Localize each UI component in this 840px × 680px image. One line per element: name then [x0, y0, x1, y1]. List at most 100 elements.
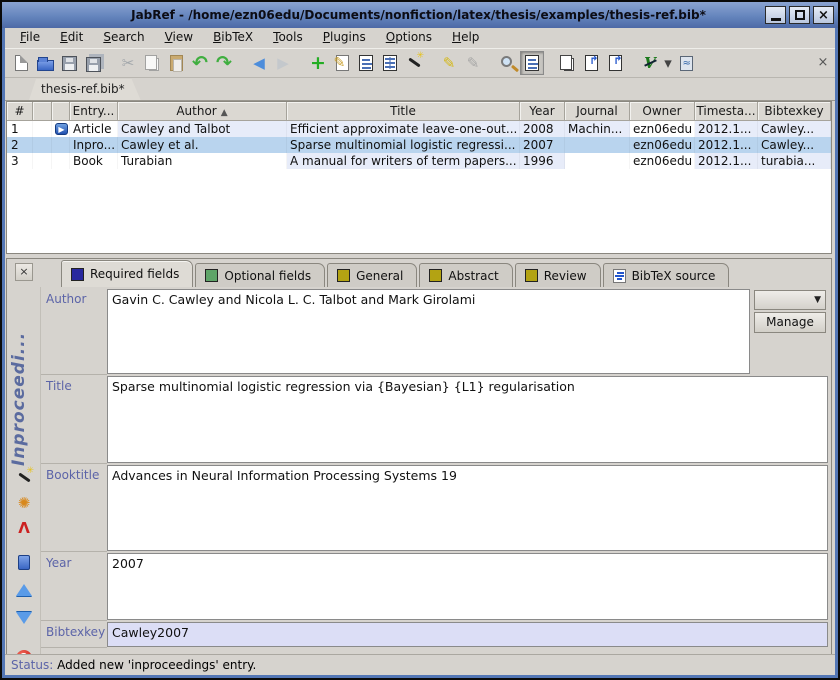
table-cell[interactable]	[52, 153, 70, 169]
column-header-author[interactable]: Author▲	[118, 102, 287, 121]
table-row[interactable]: 3 BookTurabianA manual for writers of ter…	[7, 153, 831, 169]
tab-optional-fields[interactable]: Optional fields	[195, 263, 325, 287]
menu-edit[interactable]: Edit	[51, 27, 92, 47]
column-header-timestamp[interactable]: Timesta...	[695, 102, 758, 121]
open-database-button[interactable]	[33, 51, 57, 75]
new-entry-button[interactable]: +	[306, 51, 330, 75]
previous-entry-button[interactable]	[13, 580, 35, 600]
edit-preamble-button[interactable]	[354, 51, 378, 75]
paste-button[interactable]	[164, 51, 188, 75]
push-to-lyx-button[interactable]: V	[638, 51, 662, 75]
save-database-button[interactable]	[57, 51, 81, 75]
table-cell[interactable]: 2012.1...	[695, 121, 758, 137]
table-cell[interactable]: Machin...	[565, 121, 630, 137]
new-database-button[interactable]	[9, 51, 33, 75]
tab-review[interactable]: Review	[515, 263, 601, 287]
menu-bibtex[interactable]: BibTeX	[204, 27, 262, 47]
table-cell[interactable]	[565, 137, 630, 153]
table-cell[interactable]: A manual for writers of term papers...	[287, 153, 520, 169]
back-button[interactable]: ◀	[247, 51, 271, 75]
save-all-databases-button[interactable]	[81, 51, 105, 75]
copy-button[interactable]	[140, 51, 164, 75]
table-cell[interactable]: Sparse multinomial logistic regressi...	[287, 137, 520, 153]
edit-strings-button[interactable]	[378, 51, 402, 75]
menu-view[interactable]: View	[156, 27, 202, 47]
table-cell[interactable]: Cawley...	[758, 137, 831, 153]
table-cell[interactable]: 2012.1...	[695, 137, 758, 153]
table-cell[interactable]: Turabian	[118, 153, 287, 169]
table-cell[interactable]	[52, 137, 70, 153]
table-cell[interactable]: ezn06edu	[630, 121, 695, 137]
table-row[interactable]: 1 ▶ArticleCawley and TalbotEfficient appr…	[7, 121, 831, 137]
menu-tools[interactable]: Tools	[264, 27, 312, 47]
field-input-title[interactable]: Sparse multinomial logistic regression v…	[107, 376, 828, 463]
search-button[interactable]	[496, 51, 520, 75]
wizard-wand-button[interactable]	[13, 468, 35, 488]
table-cell[interactable]: 2008	[520, 121, 565, 137]
name-format-dropdown[interactable]	[754, 290, 826, 310]
gear-button[interactable]: ✺	[13, 493, 35, 513]
table-cell[interactable]: Article	[70, 121, 118, 137]
toggle-preview-button[interactable]	[520, 51, 544, 75]
column-header-entrytype[interactable]: Entry...	[70, 102, 118, 121]
open-file-button[interactable]	[13, 552, 35, 572]
openoffice-button[interactable]	[674, 51, 698, 75]
table-cell[interactable]: 1996	[520, 153, 565, 169]
minimize-button[interactable]	[765, 6, 786, 24]
table-cell[interactable]	[33, 153, 52, 169]
entry-table[interactable]: # Entry... Author▲ Title Year Journal Ow…	[6, 101, 832, 254]
table-cell[interactable]: Book	[70, 153, 118, 169]
table-cell[interactable]: ezn06edu	[630, 137, 695, 153]
menu-options[interactable]: Options	[377, 27, 441, 47]
menu-help[interactable]: Help	[443, 27, 488, 47]
unmark-entries-button[interactable]: ✎	[461, 51, 485, 75]
table-cell[interactable]: Efficient approximate leave-one-out...	[287, 121, 520, 137]
tab-abstract[interactable]: Abstract	[419, 263, 512, 287]
column-header-bibtexkey[interactable]: Bibtexkey	[758, 102, 831, 121]
table-cell[interactable]: Inpro...	[70, 137, 118, 153]
table-cell[interactable]: 2007	[520, 137, 565, 153]
close-entry-editor-icon[interactable]: ×	[15, 263, 33, 281]
table-cell[interactable]: Cawley and Talbot	[118, 121, 287, 137]
external-link-icon[interactable]: ▶	[55, 123, 68, 135]
menu-plugins[interactable]: Plugins	[314, 27, 375, 47]
column-header-title[interactable]: Title	[287, 102, 520, 121]
database-tab[interactable]: thesis-ref.bib*	[29, 79, 141, 100]
table-cell[interactable]: ezn06edu	[630, 153, 695, 169]
table-cell[interactable]: 3	[7, 153, 33, 169]
push-dropdown-arrow-button[interactable]: ▾	[662, 51, 674, 75]
new-entry-wizard-button[interactable]	[402, 51, 426, 75]
maximize-button[interactable]	[789, 6, 810, 24]
table-cell[interactable]: turabia...	[758, 153, 831, 169]
push-to-winedt-button[interactable]	[603, 51, 627, 75]
mark-entries-button[interactable]: ✎	[437, 51, 461, 75]
column-header-year[interactable]: Year	[520, 102, 565, 121]
push-to-application-button[interactable]	[579, 51, 603, 75]
field-input-bibtexkey[interactable]: Cawley2007	[107, 622, 828, 647]
forward-button[interactable]: ▶	[271, 51, 295, 75]
table-cell[interactable]: 1	[7, 121, 33, 137]
tab-bibtex-source[interactable]: BibTeX source	[603, 263, 730, 287]
edit-entry-button[interactable]	[330, 51, 354, 75]
column-header-journal[interactable]: Journal	[565, 102, 630, 121]
column-header-marked[interactable]	[33, 102, 52, 121]
table-cell[interactable]	[33, 121, 52, 137]
table-cell[interactable]: 2	[7, 137, 33, 153]
table-row[interactable]: 2Inpro...Cawley et al.Sparse multinomial…	[7, 137, 831, 153]
close-button[interactable]: ×	[813, 6, 834, 24]
field-input-author[interactable]: Gavin C. Cawley and Nicola L. C. Talbot …	[107, 289, 750, 374]
close-pane-icon[interactable]: ×	[814, 54, 832, 72]
title-bar[interactable]: JabRef - /home/ezn06edu/Documents/nonfic…	[2, 2, 838, 28]
table-cell[interactable]	[565, 153, 630, 169]
table-cell[interactable]	[33, 137, 52, 153]
tab-general[interactable]: General	[327, 263, 417, 287]
menu-search[interactable]: Search	[94, 27, 153, 47]
menu-file[interactable]: File	[11, 27, 49, 47]
field-input-booktitle[interactable]: Advances in Neural Information Processin…	[107, 465, 828, 551]
table-cell[interactable]: ▶	[52, 121, 70, 137]
cut-button[interactable]: ✂	[116, 51, 140, 75]
column-header-file[interactable]	[52, 102, 70, 121]
manage-button[interactable]: Manage	[754, 312, 826, 333]
redo-button[interactable]: ↷	[212, 51, 236, 75]
next-entry-button[interactable]	[13, 608, 35, 628]
